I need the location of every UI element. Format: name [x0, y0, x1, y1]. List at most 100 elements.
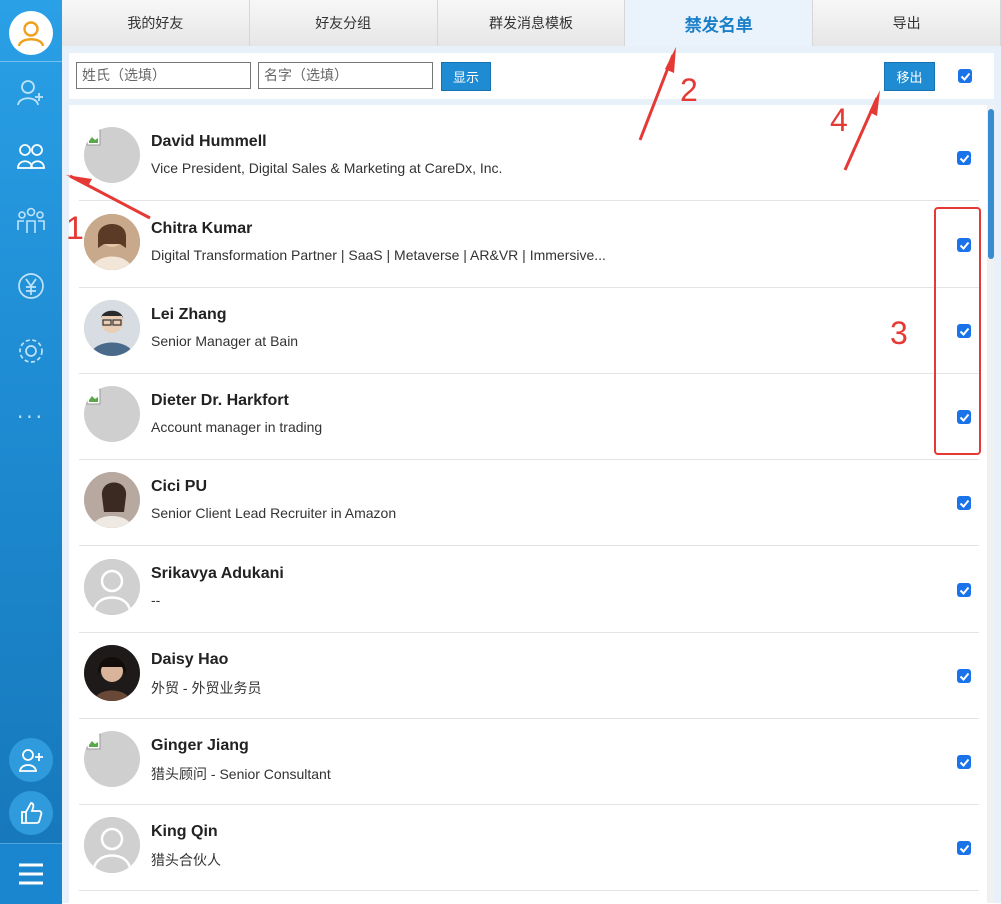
person-photo-icon [84, 472, 140, 528]
tab-bulk-message-templates[interactable]: 群发消息模板 [437, 0, 626, 46]
default-avatar-icon [84, 559, 140, 615]
check-icon [959, 154, 969, 163]
avatar [84, 731, 140, 787]
check-icon [959, 327, 969, 336]
check-icon [959, 672, 969, 681]
avatar [84, 214, 140, 270]
contact-title: Vice President, Digital Sales & Marketin… [151, 160, 503, 176]
list-item[interactable]: David Hummell Vice President, Digital Sa… [79, 114, 979, 201]
filter-toolbar: 显示 移出 [62, 46, 1001, 105]
row-checkbox[interactable] [957, 583, 971, 597]
group-icon [17, 207, 45, 233]
contact-list: David Hummell Vice President, Digital Sa… [69, 105, 987, 903]
row-checkbox[interactable] [957, 410, 971, 424]
firstname-input[interactable] [258, 62, 433, 89]
check-icon [959, 241, 969, 250]
contact-name: Srikavya Adukani [151, 565, 284, 582]
select-all-checkbox[interactable] [958, 69, 972, 83]
list-scrollbar[interactable] [988, 105, 994, 903]
profile-avatar-button[interactable] [0, 5, 62, 60]
avatar [84, 559, 140, 615]
contact-name: Ginger Jiang [151, 737, 249, 754]
list-item[interactable]: Lei Zhang Senior Manager at Bain [79, 287, 979, 374]
contact-name: Chitra Kumar [151, 220, 253, 237]
tab-export[interactable]: 导出 [813, 0, 1001, 46]
contact-title: Account manager in trading [151, 419, 323, 435]
avatar [84, 386, 140, 442]
tab-friend-groups[interactable]: 好友分组 [249, 0, 438, 46]
sidebar-item-groups[interactable] [0, 190, 62, 250]
like-button[interactable] [0, 789, 62, 837]
more-icon: ··· [16, 405, 46, 429]
check-icon [959, 844, 969, 853]
check-icon [959, 413, 969, 422]
broken-image-icon [86, 388, 101, 405]
person-photo-icon [84, 214, 140, 270]
blocklist-panel: David Hummell Vice President, Digital Sa… [62, 105, 1001, 903]
row-checkbox[interactable] [957, 151, 971, 165]
contact-name: Lei Zhang [151, 306, 227, 323]
yuan-icon [18, 273, 44, 299]
tab-my-friends[interactable]: 我的好友 [62, 0, 250, 46]
contact-name: David Hummell [151, 133, 267, 150]
contact-title: Senior Manager at Bain [151, 333, 299, 349]
person-photo-icon [84, 300, 140, 356]
row-checkbox[interactable] [957, 238, 971, 252]
list-item[interactable]: Ginger Jiang 猎头顾问 - Senior Consultant [79, 718, 979, 805]
broken-image-icon [86, 733, 101, 750]
row-checkbox[interactable] [957, 841, 971, 855]
remove-button[interactable]: 移出 [884, 62, 935, 91]
broken-image-icon [86, 129, 101, 146]
sidebar-item-friends[interactable] [0, 126, 62, 186]
contact-title: -- [151, 592, 161, 608]
friends-icon [17, 144, 45, 169]
tab-blocklist[interactable]: 禁发名单 [625, 0, 814, 46]
list-item[interactable]: Chitra Kumar Digital Transformation Part… [79, 201, 979, 288]
row-checkbox[interactable] [957, 755, 971, 769]
user-avatar-icon [9, 10, 53, 55]
sidebar: ··· [0, 0, 62, 904]
avatar [84, 817, 140, 873]
contact-name: Daisy Hao [151, 651, 229, 668]
list-item[interactable]: Daisy Hao 外贸 - 外贸业务员 [79, 632, 979, 719]
main-menu-button[interactable] [0, 843, 62, 904]
contact-title: Digital Transformation Partner | SaaS | … [151, 247, 606, 263]
avatar [84, 127, 140, 183]
avatar [84, 300, 140, 356]
list-item[interactable]: Dieter Dr. Harkfort Account manager in t… [79, 373, 979, 460]
settings-icon [19, 339, 43, 363]
row-checkbox[interactable] [957, 324, 971, 338]
tab-bar: 我的好友 好友分组 群发消息模板 禁发名单 导出 [62, 0, 1001, 46]
check-icon [959, 586, 969, 595]
add-friend-round-icon [9, 738, 53, 782]
lastname-input[interactable] [76, 62, 251, 89]
contact-title: 猎头合伙人 [151, 852, 221, 868]
add-friend-button[interactable] [0, 736, 62, 784]
thumbs-up-icon [9, 791, 53, 835]
avatar [84, 472, 140, 528]
row-checkbox[interactable] [957, 496, 971, 510]
contact-title: 猎头顾问 - Senior Consultant [151, 766, 331, 782]
check-icon [959, 499, 969, 508]
list-item[interactable]: Srikavya Adukani -- [79, 546, 979, 633]
show-button[interactable]: 显示 [441, 62, 491, 91]
row-checkbox[interactable] [957, 669, 971, 683]
add-contact-icon [17, 80, 43, 106]
contact-name: Cici PU [151, 478, 208, 495]
check-icon [959, 758, 969, 767]
contact-title: 外贸 - 外贸业务员 [151, 680, 262, 696]
contact-name: Dieter Dr. Harkfort [151, 392, 289, 409]
menu-icon [19, 863, 43, 885]
sidebar-item-finance[interactable] [0, 256, 62, 316]
avatar [84, 645, 140, 701]
contact-title: Senior Client Lead Recruiter in Amazon [151, 505, 397, 521]
list-item[interactable]: King Qin 猎头合伙人 [79, 804, 979, 891]
sidebar-item-add-contact[interactable] [0, 62, 62, 122]
scrollbar-thumb[interactable] [988, 109, 994, 259]
list-item[interactable]: Cici PU Senior Client Lead Recruiter in … [79, 459, 979, 546]
default-avatar-icon [84, 817, 140, 873]
sidebar-item-more[interactable]: ··· [0, 387, 62, 447]
person-photo-icon [84, 645, 140, 701]
contact-name: King Qin [151, 823, 218, 840]
sidebar-item-settings[interactable] [0, 321, 62, 381]
